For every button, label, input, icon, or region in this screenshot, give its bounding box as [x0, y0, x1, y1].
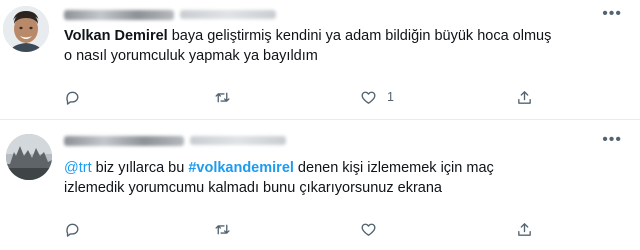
tweet-text-segment: denen kişi izlememek için maç: [293, 160, 494, 176]
retweet-icon: [215, 224, 230, 234]
tweet-text-line: izlemedik yorumcumu kalmadı bunu çıkarıy…: [64, 180, 442, 196]
share-button[interactable]: [516, 86, 533, 108]
tweet[interactable]: ••• Volkan Demirel baya geliştirmiş kend…: [0, 0, 640, 120]
avatar-photo: [6, 134, 52, 180]
mention-link[interactable]: @trt: [64, 160, 92, 176]
tweet[interactable]: ••• @trt biz yıllarca bu #volkandemirel …: [0, 120, 640, 250]
hashtag-link[interactable]: #volkandemirel: [188, 160, 294, 176]
tweet-header: [64, 132, 286, 148]
more-icon: •••: [602, 131, 622, 148]
heart-icon: [361, 223, 376, 236]
tweet-text: @trt biz yıllarca bu #volkandemirel dene…: [64, 158, 624, 198]
share-icon: [518, 222, 531, 236]
share-button[interactable]: [516, 218, 533, 240]
tweet-text-segment: baya geliştirmiş kendini ya adam bildiği…: [167, 28, 552, 44]
reply-button[interactable]: [64, 86, 91, 108]
author-handle-blurred[interactable]: [180, 10, 276, 20]
avatar-photo: [3, 6, 49, 52]
heart-icon: [361, 91, 376, 104]
retweet-button[interactable]: [214, 86, 241, 108]
tweet-header: [64, 6, 276, 22]
retweet-button[interactable]: [214, 218, 241, 240]
reply-icon: [66, 91, 79, 105]
reply-icon: [66, 223, 79, 237]
author-name-blurred[interactable]: [64, 135, 184, 146]
avatar[interactable]: [6, 134, 52, 180]
more-options-button[interactable]: •••: [602, 131, 622, 148]
tweet-text-line: o nasıl yorumculuk yapmak ya bayıldım: [64, 48, 318, 64]
tweet-actions: 1: [64, 86, 574, 108]
more-icon: •••: [602, 5, 622, 22]
reply-button[interactable]: [64, 218, 91, 240]
avatar[interactable]: [3, 6, 49, 52]
tweet-text-line: Volkan Demirel baya geliştirmiş kendini …: [64, 26, 624, 46]
author-handle-blurred[interactable]: [190, 136, 286, 146]
like-button[interactable]: 1: [360, 86, 394, 108]
like-button[interactable]: [360, 218, 387, 240]
tweet-bold-name: Volkan Demirel: [64, 28, 168, 44]
tweet-text: Volkan Demirel baya geliştirmiş kendini …: [64, 26, 624, 66]
more-options-button[interactable]: •••: [602, 5, 622, 22]
retweet-icon: [215, 92, 230, 102]
share-icon: [518, 90, 531, 104]
tweet-actions: [64, 218, 574, 240]
tweet-text-segment: biz yıllarca bu: [91, 160, 189, 176]
author-name-blurred[interactable]: [64, 9, 174, 20]
like-count: 1: [387, 90, 394, 104]
tweet-text-line: @trt biz yıllarca bu #volkandemirel dene…: [64, 158, 624, 178]
